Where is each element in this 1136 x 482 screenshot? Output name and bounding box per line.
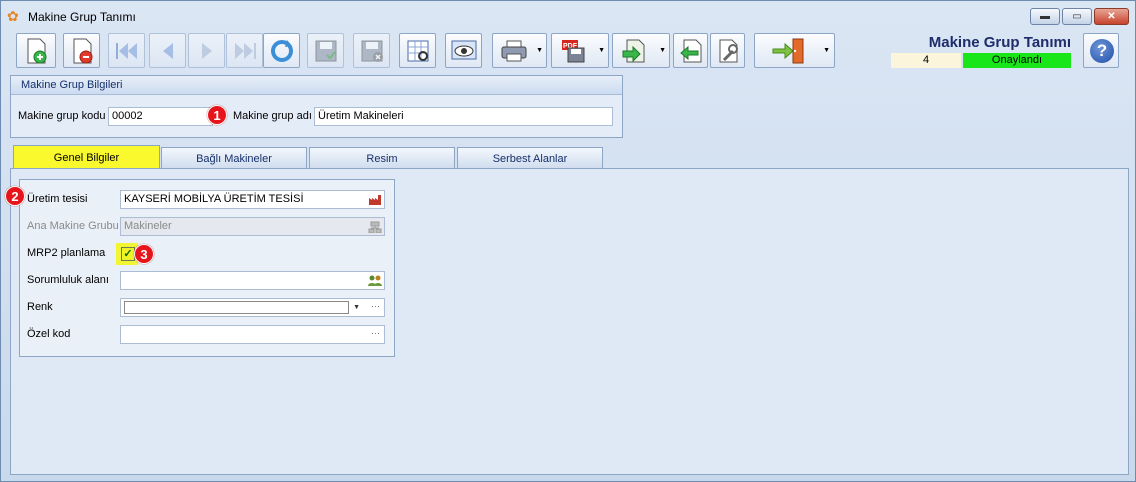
settings-icon	[719, 39, 738, 62]
butterfly-app-icon: ✿	[7, 8, 19, 24]
save-button[interactable]	[307, 33, 344, 68]
factory-icon[interactable]	[368, 193, 382, 206]
facility-field[interactable]: KAYSERİ MOBİLYA ÜRETİM TESİSİ	[120, 190, 385, 209]
tab-free-fields[interactable]: Serbest Alanlar	[457, 147, 603, 169]
special-code-label: Özel kod	[27, 328, 71, 340]
color-swatch	[124, 301, 349, 314]
tab-general-info[interactable]: Genel Bilgiler	[13, 145, 160, 169]
group-name-label: Makine grup adı	[233, 110, 312, 122]
refresh-button[interactable]	[263, 33, 300, 68]
responsibility-field[interactable]	[120, 271, 385, 290]
export-icon	[622, 39, 645, 62]
annotation-badge-2: 2	[5, 186, 25, 206]
window-title: Makine Grup Tanımı	[28, 10, 136, 24]
color-dropdown-icon[interactable]: ▼	[353, 299, 360, 316]
group-panel-title: Makine Grup Bilgileri	[11, 76, 622, 95]
preview-icon	[451, 40, 476, 59]
help-button[interactable]: ?	[1083, 33, 1119, 68]
parent-group-label: Ana Makine Grubu	[27, 220, 119, 232]
exit-dropdown-icon[interactable]: ▼	[823, 47, 830, 54]
pdf-dropdown-icon[interactable]: ▼	[598, 47, 605, 54]
save-icon	[315, 40, 336, 61]
record-number: 4	[891, 53, 961, 68]
facility-value: KAYSERİ MOBİLYA ÜRETİM TESİSİ	[124, 193, 304, 205]
next-record-button[interactable]	[188, 33, 225, 68]
exit-icon	[772, 38, 804, 63]
minimize-button[interactable]: ▬	[1030, 8, 1060, 25]
print-button[interactable]: ▼	[492, 33, 547, 68]
save-close-icon	[361, 40, 383, 62]
title-bar: ✿ Makine Grup Tanımı ▬ ▭ ✕	[1, 1, 1135, 31]
group-code-field[interactable]: 00002	[108, 107, 213, 126]
delete-button[interactable]	[63, 33, 100, 68]
close-button[interactable]: ✕	[1094, 8, 1129, 25]
people-icon[interactable]	[368, 274, 382, 287]
form-design-icon	[407, 40, 428, 61]
pdf-icon: PDF	[562, 39, 585, 62]
refresh-icon	[270, 39, 293, 62]
previous-record-button[interactable]	[149, 33, 186, 68]
group-code-label: Makine grup kodu	[18, 110, 106, 122]
responsibility-label: Sorumluluk alanı	[27, 274, 109, 286]
preview-button[interactable]	[445, 33, 482, 68]
annotation-badge-1: 1	[207, 105, 227, 125]
header-title: Makine Grup Tanımı	[928, 34, 1071, 51]
export-dropdown-icon[interactable]: ▼	[659, 47, 666, 54]
special-code-ellipsis-icon[interactable]: ···	[371, 326, 380, 342]
exit-button[interactable]: ▼	[754, 33, 835, 68]
delete-icon	[73, 38, 92, 63]
main-window: ✿ Makine Grup Tanımı ▬ ▭ ✕ ▼ PDF ▼ ▼ ▼ M…	[0, 0, 1136, 482]
tab-image[interactable]: Resim	[309, 147, 455, 169]
mrp-planning-checkbox[interactable]: ✓	[121, 247, 135, 261]
prev-icon	[162, 42, 173, 59]
first-record-button[interactable]	[108, 33, 145, 68]
annotation-badge-3: 3	[134, 244, 154, 264]
parent-group-field: Makineler	[120, 217, 385, 236]
status-badge: Onaylandı	[963, 53, 1071, 68]
next-icon	[201, 42, 212, 59]
print-icon	[501, 40, 527, 61]
back-button[interactable]	[673, 33, 708, 68]
special-code-field[interactable]: ···	[120, 325, 385, 344]
new-button[interactable]	[16, 33, 56, 68]
tab-linked-machines[interactable]: Bağlı Makineler	[161, 147, 307, 169]
print-dropdown-icon[interactable]: ▼	[536, 47, 543, 54]
maximize-button[interactable]: ▭	[1062, 8, 1092, 25]
parent-group-value: Makineler	[124, 220, 172, 232]
export-button[interactable]: ▼	[612, 33, 670, 68]
save-close-button[interactable]	[353, 33, 390, 68]
color-field[interactable]: ▼ ···	[120, 298, 385, 317]
color-ellipsis-icon[interactable]: ···	[371, 299, 380, 315]
hierarchy-icon	[368, 221, 382, 233]
back-icon	[679, 39, 701, 62]
help-icon: ?	[1090, 39, 1114, 63]
settings-button[interactable]	[710, 33, 745, 68]
facility-label: Üretim tesisi	[27, 193, 88, 205]
form-design-button[interactable]	[399, 33, 436, 68]
pdf-button[interactable]: PDF ▼	[551, 33, 609, 68]
mrp-planning-label: MRP2 planlama	[27, 247, 106, 259]
last-icon	[234, 42, 256, 59]
first-icon	[115, 42, 137, 59]
last-record-button[interactable]	[226, 33, 263, 68]
new-icon	[27, 38, 47, 63]
color-label: Renk	[27, 301, 53, 313]
group-name-field[interactable]: Üretim Makineleri	[314, 107, 613, 126]
